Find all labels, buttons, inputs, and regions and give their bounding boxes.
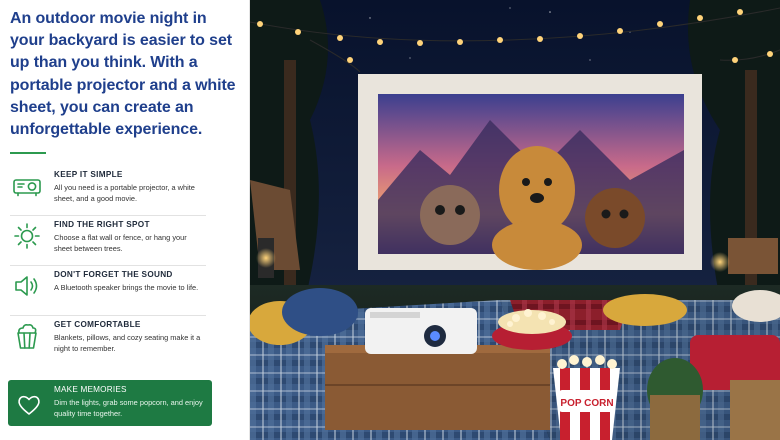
tip-keep-it-simple: KEEP IT SIMPLE All you need is a portabl… <box>10 166 206 217</box>
tip-description: Blankets, pillows, and cozy seating make… <box>54 333 201 354</box>
tip-title: DON'T FORGET THE SOUND <box>54 270 173 280</box>
accent-divider <box>10 152 46 155</box>
tip-title: GET COMFORTABLE <box>54 320 141 330</box>
backyard-scene-illustration: POP CORN <box>250 0 780 440</box>
backyard-scene: POP CORN <box>250 0 780 440</box>
speaker-icon <box>10 269 44 303</box>
tip-title: KEEP IT SIMPLE <box>54 170 123 180</box>
tip-description: All you need is a portable projector, a … <box>54 183 195 204</box>
tip-find-the-right-spot: FIND THE RIGHT SPOT Choose a flat wall o… <box>10 216 206 267</box>
tip-dont-forget-the-sound: DON'T FORGET THE SOUND A Bluetooth speak… <box>10 266 206 317</box>
popcorn-box-label: POP CORN <box>560 398 613 409</box>
memories-description: Dim the lights, grab some popcorn, and e… <box>54 398 203 418</box>
memories-title: MAKE MEMORIES <box>54 385 127 394</box>
info-panel: An outdoor movie night in your backyard … <box>0 0 250 440</box>
sun-icon <box>10 219 44 253</box>
heart-icon <box>14 390 44 420</box>
tip-title: FIND THE RIGHT SPOT <box>54 220 150 230</box>
tip-description: Choose a flat wall or fence, or hang you… <box>54 233 187 254</box>
popcorn-icon <box>10 319 44 353</box>
tip-description: A Bluetooth speaker brings the movie to … <box>54 283 199 293</box>
make-memories-callout: MAKE MEMORIES Dim the lights, grab some … <box>8 380 212 426</box>
infographic-page: An outdoor movie night in your backyard … <box>0 0 780 440</box>
projector-icon <box>10 169 44 203</box>
tips-list: KEEP IT SIMPLE All you need is a portabl… <box>10 166 206 366</box>
tip-get-comfortable: GET COMFORTABLE Blankets, pillows, and c… <box>10 316 206 366</box>
headline: An outdoor movie night in your backyard … <box>10 10 236 139</box>
